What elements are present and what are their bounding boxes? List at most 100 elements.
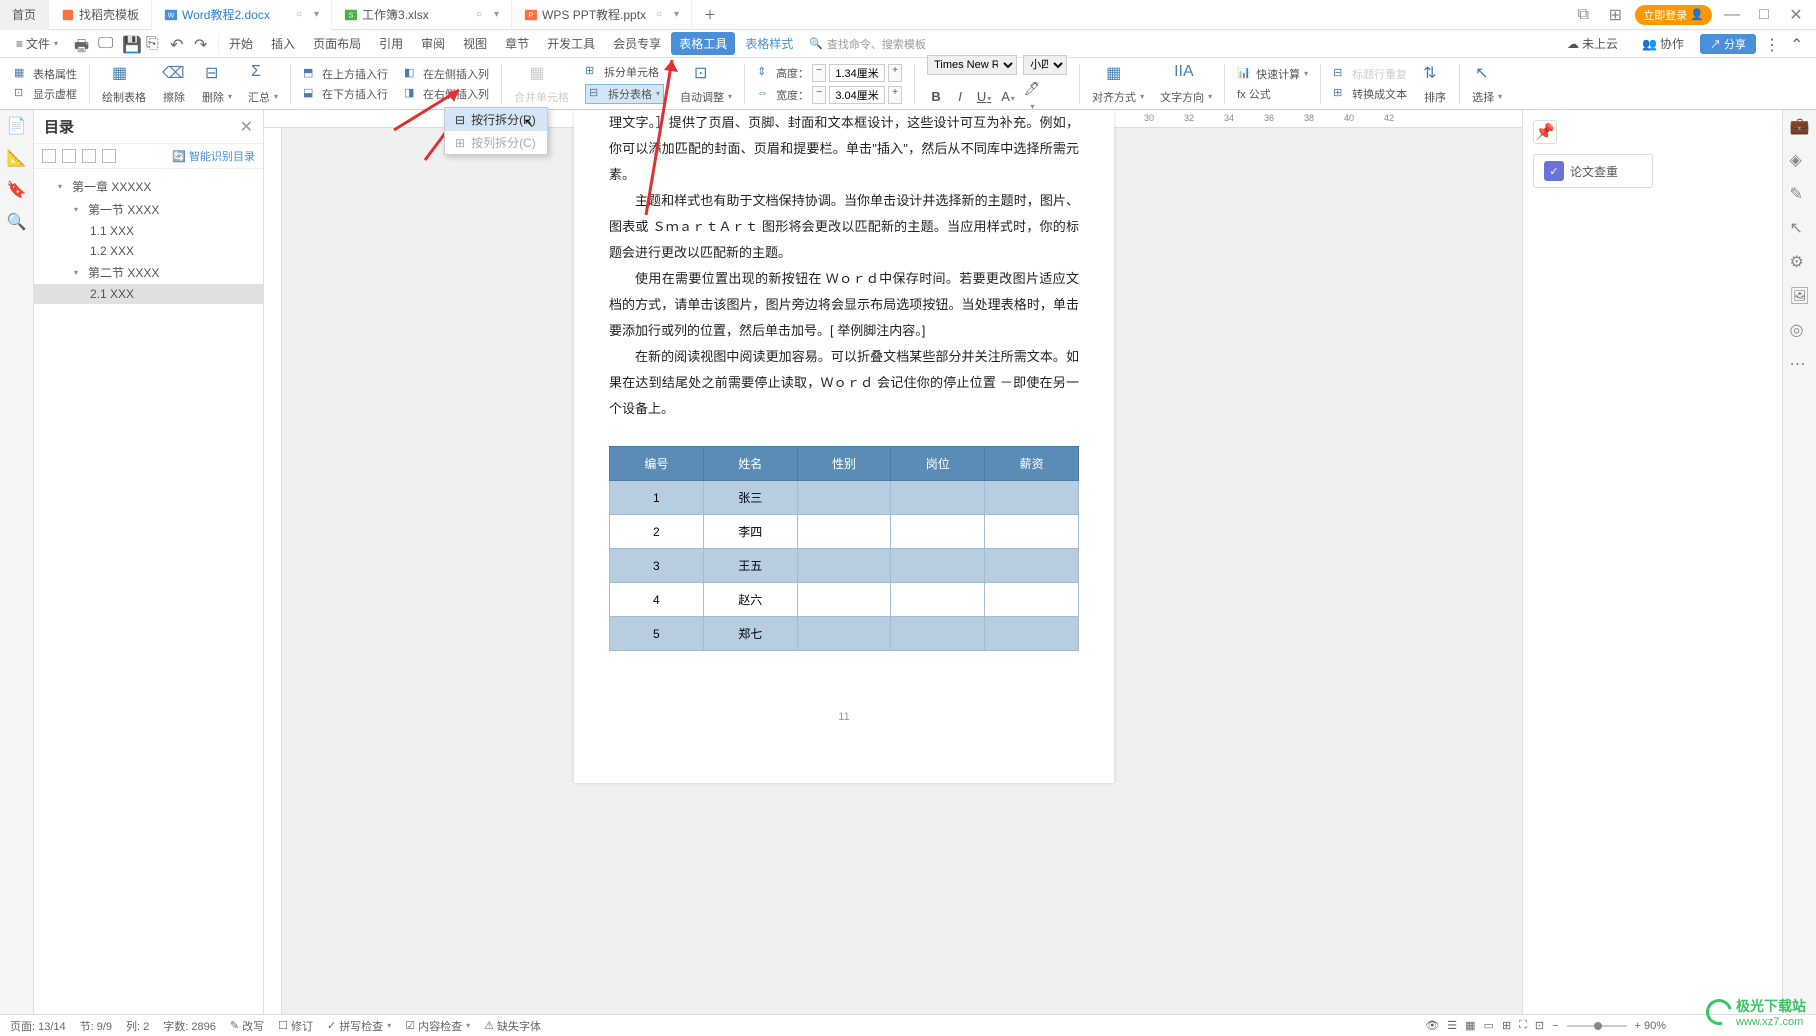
tab-excel[interactable]: S 工作簿3.xlsx ○ ▾ (332, 0, 512, 30)
tab-close-icon[interactable]: ○ (296, 9, 302, 20)
delete-icon[interactable]: ⊟ (205, 63, 229, 87)
pen-icon[interactable]: ✎ (1790, 184, 1810, 204)
status-edit[interactable]: ✎改写 (230, 1018, 264, 1034)
tab-template[interactable]: 找稻壳模板 (49, 0, 152, 30)
font-size-select[interactable]: 小四 (1023, 55, 1067, 75)
vertical-ruler[interactable] (264, 128, 282, 1016)
table-properties-button[interactable]: ▦表格属性 (14, 66, 77, 82)
draw-table-icon[interactable]: ▦ (112, 63, 136, 87)
table-cell[interactable] (797, 549, 891, 583)
command-search[interactable]: 🔍 查找命令、搜索模板 (803, 36, 932, 52)
table-row[interactable]: 1张三 (610, 481, 1079, 515)
table-cell[interactable]: 李四 (703, 515, 797, 549)
menu-member[interactable]: 会员专享 (605, 32, 669, 55)
split-table-button[interactable]: ⊟拆分表格▾ (585, 84, 664, 104)
print-icon[interactable]: 🖶 (74, 35, 92, 53)
more-tools-icon[interactable]: ⋯ (1790, 354, 1810, 374)
table-cell[interactable]: 张三 (703, 481, 797, 515)
document-page[interactable]: 理文字。］提供了页眉、页脚、封面和文本框设计，这些设计可互为补充。例如，你可以添… (574, 110, 1114, 783)
italic-button[interactable]: I (951, 89, 969, 104)
sort-icon[interactable]: ⇅ (1423, 63, 1447, 87)
more-icon[interactable]: ⋮ (1764, 35, 1782, 53)
table-row[interactable]: 3王五 (610, 549, 1079, 583)
insert-below-button[interactable]: ⬓在下方插入行 (303, 86, 388, 102)
tree-item-2-1[interactable]: 2.1 XXX (34, 284, 263, 304)
fullscreen-icon[interactable]: ⛶ (1519, 1019, 1527, 1032)
screen-icon[interactable]: ⧉ (1571, 3, 1595, 27)
summary-icon[interactable]: Σ (251, 63, 275, 87)
table-cell[interactable]: 2 (610, 515, 704, 549)
insert-right-button[interactable]: ◨在右侧插入列 (404, 86, 489, 102)
coop-button[interactable]: 👥协作 (1634, 32, 1692, 55)
menu-insert[interactable]: 插入 (263, 32, 303, 55)
table-row[interactable]: 5郑七 (610, 617, 1079, 651)
table-header-cell[interactable]: 岗位 (891, 447, 985, 481)
title-repeat-button[interactable]: ⊟标题行重复 (1333, 66, 1407, 82)
height-plus[interactable]: + (888, 64, 902, 82)
height-minus[interactable]: − (812, 64, 826, 82)
view-page-icon[interactable]: ☰ (1447, 1019, 1457, 1032)
table-cell[interactable] (797, 481, 891, 515)
undo-icon[interactable]: ↶ (170, 35, 188, 53)
menu-hamburger[interactable]: ≡ 文件 ▾ (8, 32, 66, 55)
status-revise[interactable]: ☐ 修订 (278, 1018, 313, 1034)
new-tab-button[interactable]: ＋ (692, 0, 728, 30)
width-plus[interactable]: + (888, 86, 902, 104)
document-body[interactable]: 理文字。］提供了页眉、页脚、封面和文本框设计，这些设计可互为补充。例如，你可以添… (609, 110, 1079, 422)
tab-home[interactable]: 首页 (0, 0, 49, 30)
preview-icon[interactable]: 🖵 (98, 35, 116, 53)
menu-layout[interactable]: 页面布局 (305, 32, 369, 55)
tree-item-1-2[interactable]: 1.2 XXX (34, 241, 263, 261)
smart-outline-button[interactable]: 🔄智能识别目录 (172, 148, 255, 164)
tree-item-1-1[interactable]: 1.1 XXX (34, 221, 263, 241)
table-cell[interactable]: 王五 (703, 549, 797, 583)
save-icon[interactable]: 💾 (122, 35, 140, 53)
table-header-cell[interactable]: 姓名 (703, 447, 797, 481)
maximize-button[interactable]: □ (1752, 3, 1776, 27)
view-eye-icon[interactable]: 👁 (1425, 1019, 1439, 1032)
table-cell[interactable] (985, 549, 1079, 583)
table-cell[interactable] (985, 617, 1079, 651)
tree-section-1[interactable]: ▾第一节 XXXX (34, 198, 263, 221)
document-table[interactable]: 编号姓名性别岗位薪资 1张三2李四3王五4赵六5郑七 (609, 446, 1079, 651)
tab-ppt-close-icon[interactable]: ○ (656, 9, 662, 20)
menu-start[interactable]: 开始 (221, 32, 261, 55)
table-row[interactable]: 4赵六 (610, 583, 1079, 617)
table-row[interactable]: 2李四 (610, 515, 1079, 549)
menu-reference[interactable]: 引用 (371, 32, 411, 55)
menu-table-style[interactable]: 表格样式 (737, 32, 801, 55)
bookmark-icon[interactable]: 🔖 (7, 180, 27, 200)
cloud-status[interactable]: ☁未上云 (1559, 32, 1626, 55)
table-cell[interactable] (985, 515, 1079, 549)
table-cell[interactable]: 4 (610, 583, 704, 617)
view-print-icon[interactable]: ▦ (1465, 1019, 1475, 1032)
status-content-check[interactable]: ☑内容检查▾ (405, 1018, 470, 1034)
formula-button[interactable]: fx 公式 (1237, 86, 1271, 102)
outline-tool-2[interactable] (62, 149, 76, 163)
login-button[interactable]: 立即登录👤 (1635, 5, 1712, 25)
ruler-icon[interactable]: 📐 (7, 148, 27, 168)
table-cell[interactable]: 3 (610, 549, 704, 583)
zoom-in-button[interactable]: + 90% (1635, 1020, 1666, 1032)
tab-excel-dropdown-icon[interactable]: ▾ (494, 9, 499, 20)
location-icon[interactable]: ◎ (1790, 320, 1810, 340)
align-icon[interactable]: ▦ (1106, 63, 1130, 87)
tab-dropdown-icon[interactable]: ▾ (314, 9, 319, 20)
menu-review[interactable]: 审阅 (413, 32, 453, 55)
tab-word-doc[interactable]: W Word教程2.docx ○ ▾ (152, 0, 332, 30)
tab-ppt[interactable]: P WPS PPT教程.pptx ○ ▾ (512, 0, 692, 30)
tree-chapter-1[interactable]: ▾第一章 XXXXX (34, 175, 263, 198)
outline-icon[interactable]: 📄 (7, 116, 27, 136)
redo-icon[interactable]: ↷ (194, 35, 212, 53)
table-cell[interactable]: 5 (610, 617, 704, 651)
bold-button[interactable]: B (927, 89, 945, 104)
text-dir-icon[interactable]: IIA (1174, 63, 1198, 87)
to-text-button[interactable]: ⊞转换成文本 (1333, 86, 1407, 102)
outline-tool-1[interactable] (42, 149, 56, 163)
quick-calc-button[interactable]: 📊快速计算▾ (1237, 66, 1308, 82)
adjust-icon[interactable]: ⚙ (1790, 252, 1810, 272)
table-cell[interactable]: 1 (610, 481, 704, 515)
table-cell[interactable] (797, 515, 891, 549)
grid-icon[interactable]: ⊞ (1603, 3, 1627, 27)
status-spell[interactable]: ✓拼写检查▾ (327, 1018, 391, 1034)
